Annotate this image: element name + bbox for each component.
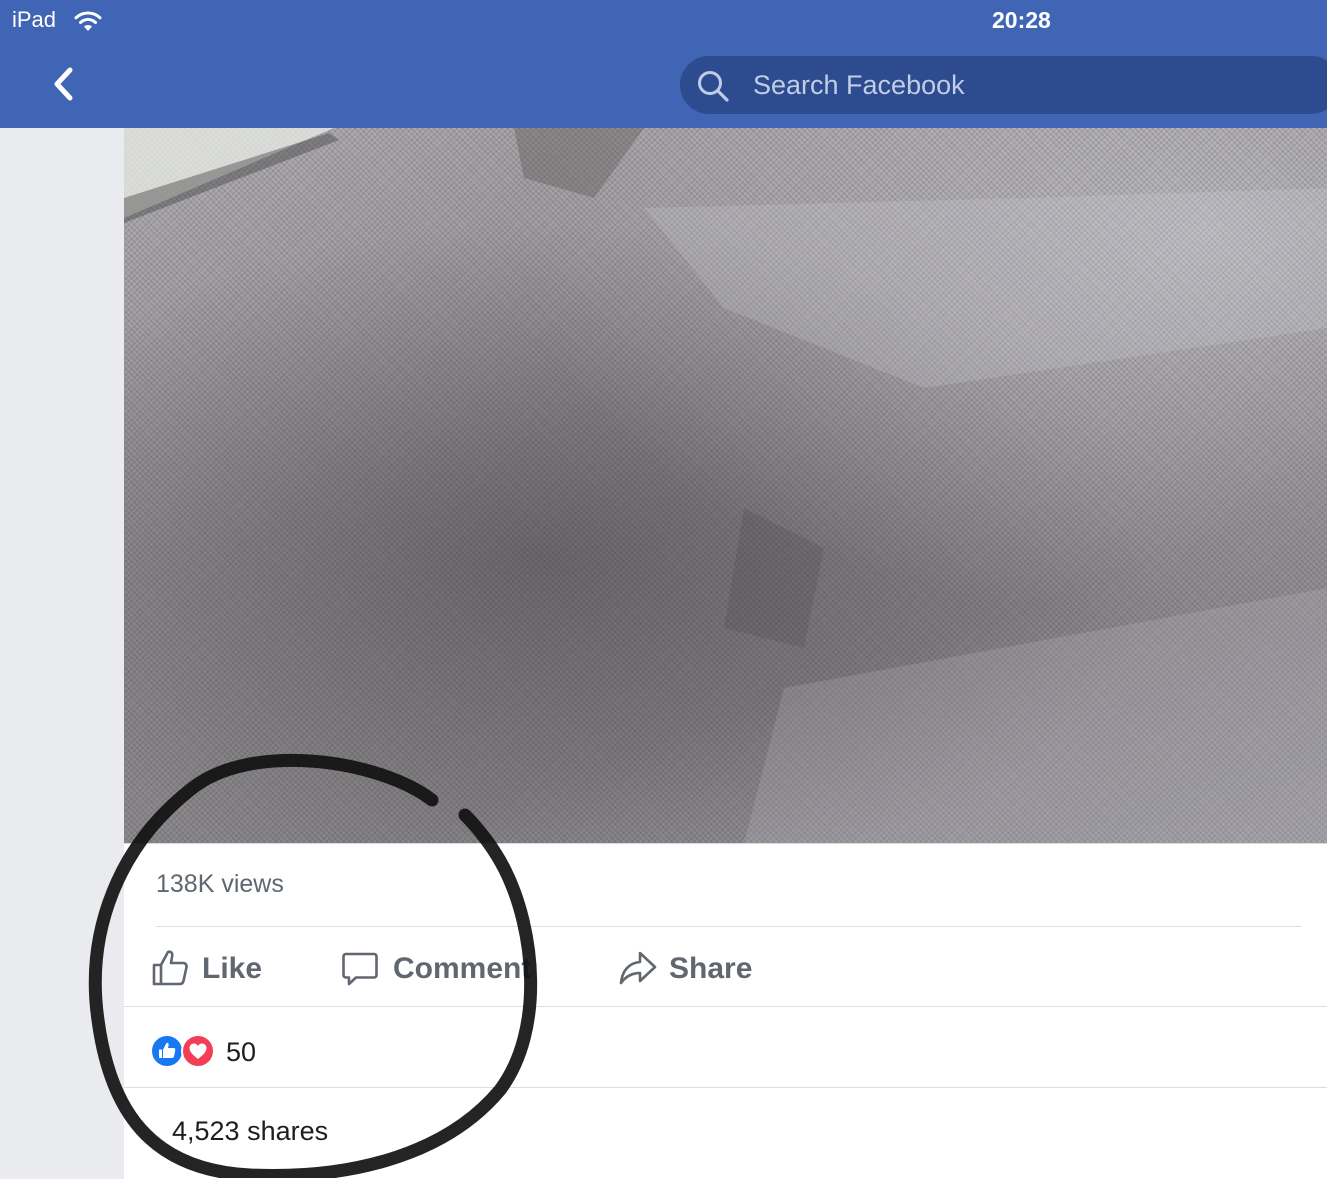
chevron-left-icon [54,67,73,101]
comment-bubble-icon [342,952,378,986]
post-footer: 138K views Like Comment Share 50 4,523 s… [124,843,1327,1179]
video-frame-shadow [124,128,1327,843]
divider [156,926,1301,927]
search-placeholder: Search Facebook [753,70,965,100]
reactions-summary[interactable]: 50 [150,1034,290,1070]
share-label: Share [669,952,753,985]
like-button[interactable]: Like [150,944,280,994]
comment-button[interactable]: Comment [340,944,560,994]
search-icon [698,71,729,102]
status-time: 20:28 [992,7,1051,33]
view-count: 138K views [156,870,284,898]
post-video[interactable] [124,128,1327,843]
search-input[interactable]: Search Facebook [680,56,1327,114]
left-gutter [0,128,124,1178]
status-bar: iPad 20:28 [0,0,1327,42]
carrier-label: iPad [12,7,57,32]
like-label: Like [202,952,263,985]
navbar: Search Facebook [0,42,1327,128]
thumbs-up-icon [152,950,188,986]
share-count[interactable]: 4,523 shares [172,1116,328,1147]
like-reaction-icon [150,1034,184,1068]
reaction-count: 50 [226,1037,257,1067]
divider [124,1006,1327,1007]
wifi-icon [74,11,102,31]
share-arrow-icon [619,951,657,985]
love-reaction-icon [181,1034,215,1068]
back-button[interactable] [36,56,92,112]
divider [124,1087,1327,1088]
share-button[interactable]: Share [618,944,778,994]
comment-label: Comment [393,952,532,985]
